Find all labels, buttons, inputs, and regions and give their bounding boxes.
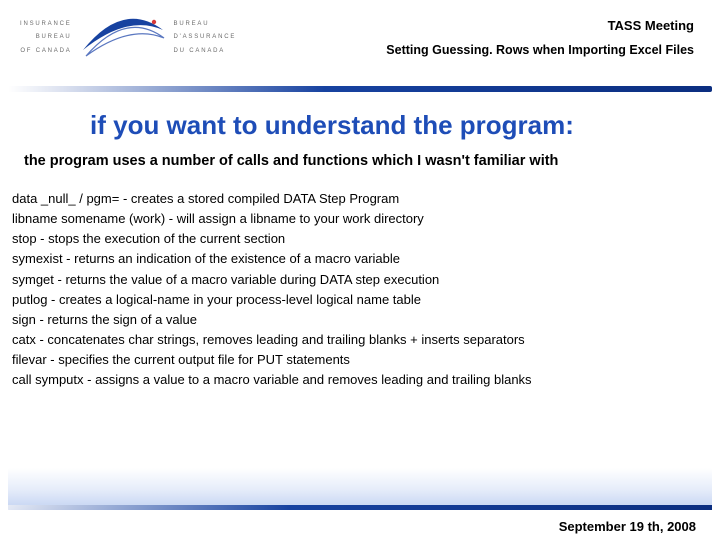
footer: September 19 th, 2008 (0, 462, 720, 540)
list-item: filevar - specifies the current output f… (12, 350, 708, 370)
logo: INSURANCE BUREAU OF CANADA BUREAU D'ASSU… (20, 8, 236, 68)
list-item: catx - concatenates char strings, remove… (12, 330, 708, 350)
logo-left-line: OF CANADA (20, 45, 72, 58)
list-item: symexist - returns an indication of the … (12, 249, 708, 269)
header-subtitle: Setting Guessing. Rows when Importing Ex… (386, 43, 694, 57)
footer-gradient (8, 468, 712, 510)
list-item: data _null_ / pgm= - creates a stored co… (12, 189, 708, 209)
swoosh-icon (78, 8, 168, 68)
header-titles: TASS Meeting Setting Guessing. Rows when… (386, 8, 700, 57)
meeting-title: TASS Meeting (386, 18, 694, 33)
logo-text-right: BUREAU D'ASSURANCE DU CANADA (174, 18, 237, 58)
logo-left-line: BUREAU (20, 31, 72, 44)
logo-right-line: BUREAU (174, 18, 237, 31)
list-item: symget - returns the value of a macro va… (12, 270, 708, 290)
slide-title: if you want to understand the program: (0, 92, 720, 147)
logo-right-line: DU CANADA (174, 45, 237, 58)
list-item: stop - stops the execution of the curren… (12, 229, 708, 249)
logo-text-left: INSURANCE BUREAU OF CANADA (20, 18, 72, 58)
logo-left-line: INSURANCE (20, 18, 72, 31)
logo-right-line: D'ASSURANCE (174, 31, 237, 44)
list-item: putlog - creates a logical-name in your … (12, 290, 708, 310)
list-item: call symputx - assigns a value to a macr… (12, 370, 708, 390)
list-item: sign - returns the sign of a value (12, 310, 708, 330)
list-item: libname somename (work) - will assign a … (12, 209, 708, 229)
slide-intro: the program uses a number of calls and f… (0, 147, 720, 183)
header: INSURANCE BUREAU OF CANADA BUREAU D'ASSU… (0, 0, 720, 82)
footer-date: September 19 th, 2008 (559, 519, 696, 534)
definition-list: data _null_ / pgm= - creates a stored co… (0, 183, 720, 390)
